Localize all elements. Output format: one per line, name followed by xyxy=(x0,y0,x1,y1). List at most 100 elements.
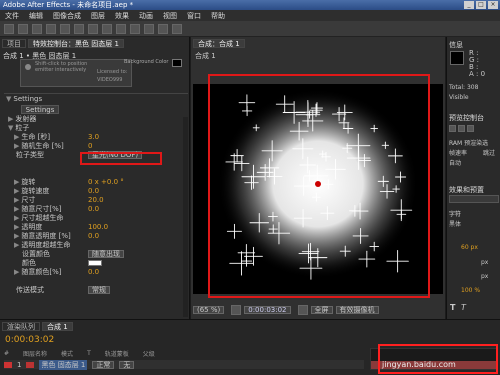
layer-name[interactable]: 黑色 固态层 1 xyxy=(39,359,88,370)
param-row[interactable] xyxy=(0,277,188,286)
brush-tool-icon[interactable] xyxy=(130,23,140,34)
layer-parent-dropdown[interactable]: 无 xyxy=(119,360,135,369)
menu-help[interactable]: 帮助 xyxy=(211,11,225,21)
expand-icon[interactable]: ▶ xyxy=(14,214,19,222)
param-value[interactable]: 100.0 xyxy=(88,223,108,232)
tab-effects[interactable]: 效果和预置 xyxy=(449,185,484,195)
param-row[interactable]: ▶ 旋转速度 0.0 xyxy=(0,187,188,196)
expand-icon[interactable]: ▶ xyxy=(14,178,19,186)
expand-icon[interactable]: ▶ xyxy=(14,241,19,249)
expand-icon[interactable]: ▶ xyxy=(14,205,19,213)
left-scrollbar[interactable] xyxy=(183,117,188,317)
param-value[interactable]: 0.0 xyxy=(88,205,99,214)
minimize-button[interactable]: _ xyxy=(464,1,474,9)
tab-info[interactable]: 信息 xyxy=(449,40,463,50)
effects-search-input[interactable] xyxy=(449,195,499,203)
font-size-value[interactable]: 60 px xyxy=(461,244,478,251)
zoom-dropdown[interactable]: (65 %) xyxy=(193,306,225,314)
tab-effect-controls[interactable]: 特效控制台：黑色 固态层 1 xyxy=(28,39,124,48)
play-icon[interactable] xyxy=(449,125,456,132)
resolution-dropdown[interactable]: 全屏 xyxy=(310,306,333,314)
timeline-timecode[interactable]: 0:00:03:02 xyxy=(5,335,54,345)
close-button[interactable]: × xyxy=(488,1,498,9)
param-row[interactable]: ▶ 透明度超越生命 xyxy=(0,241,188,250)
tab-preview[interactable]: 预览控制台 xyxy=(449,113,484,123)
menu-animation[interactable]: 动画 xyxy=(139,11,153,21)
faux-italic-icon[interactable]: T xyxy=(461,303,466,312)
tab-composition[interactable]: 合成：合成 1 xyxy=(193,39,245,48)
maximize-button[interactable]: □ xyxy=(476,1,486,9)
param-row[interactable]: ▶ 透明度 100.0 xyxy=(0,223,188,232)
background-color-swatch[interactable] xyxy=(172,59,182,67)
layer-label-color[interactable] xyxy=(4,361,12,368)
param-value[interactable]: 0.0 xyxy=(88,187,99,196)
menu-view[interactable]: 视图 xyxy=(163,11,177,21)
param-value[interactable]: 0.0 xyxy=(88,232,99,241)
param-row[interactable] xyxy=(0,169,188,178)
param-value[interactable]: 20.0 xyxy=(88,196,104,205)
param-row[interactable]: 颜色 xyxy=(0,259,188,268)
layer-row[interactable]: 1 黑色 固态层 1 正常 无 xyxy=(4,359,364,370)
comp-viewer[interactable] xyxy=(193,74,443,298)
menu-layer[interactable]: 图层 xyxy=(91,11,105,21)
expand-icon[interactable]: ▼ xyxy=(6,95,11,103)
hand-tool-icon[interactable] xyxy=(18,23,28,34)
selection-tool-icon[interactable] xyxy=(4,23,14,34)
font-dropdown[interactable]: 黑体 xyxy=(449,219,461,228)
param-row[interactable]: ▼ 粒子 xyxy=(0,124,188,133)
menu-effect[interactable]: 效果 xyxy=(115,11,129,21)
loop-icon[interactable] xyxy=(467,125,474,132)
puppet-tool-icon[interactable] xyxy=(172,23,182,34)
tab-character[interactable]: 字符 xyxy=(449,209,461,218)
expand-icon[interactable]: ▶ xyxy=(8,115,13,123)
tab-comp-1[interactable]: 合成 1 xyxy=(42,322,73,331)
scale-value[interactable]: 100 % xyxy=(461,287,480,294)
snapshot-icon[interactable] xyxy=(297,305,308,315)
expand-icon[interactable]: ▶ xyxy=(14,268,19,276)
menu-edit[interactable]: 编辑 xyxy=(29,11,43,21)
param-row[interactable]: ▶ 随意尺寸[%] 0.0 xyxy=(0,205,188,214)
pan-tool-icon[interactable] xyxy=(74,23,84,34)
comp-timecode[interactable]: 0:00:03:02 xyxy=(244,306,291,314)
param-row[interactable]: ▶ 旋转 0 x +0.0 ° xyxy=(0,178,188,187)
comp-sub-tab[interactable]: 合成 1 xyxy=(195,51,216,61)
expand-icon[interactable]: ▶ xyxy=(14,196,19,204)
tab-render-queue[interactable]: 渲染队列 xyxy=(2,322,40,331)
menu-composition[interactable]: 图像合成 xyxy=(53,11,81,21)
stamp-tool-icon[interactable] xyxy=(144,23,154,34)
mask-tool-icon[interactable] xyxy=(88,23,98,34)
camera-dropdown[interactable]: 有效摄像机 xyxy=(335,306,379,314)
text-tool-icon[interactable] xyxy=(116,23,126,34)
eraser-tool-icon[interactable] xyxy=(158,23,168,34)
ram-preview-label[interactable]: RAM 预渲染选 xyxy=(449,138,488,147)
grid-icon[interactable] xyxy=(231,305,242,315)
menu-window[interactable]: 窗口 xyxy=(187,11,201,21)
param-row[interactable]: 设置颜色 随意出现 xyxy=(0,250,188,259)
expand-icon[interactable]: ▶ xyxy=(14,187,19,195)
zoom-tool-icon[interactable] xyxy=(32,23,42,34)
menu-file[interactable]: 文件 xyxy=(5,11,19,21)
param-value[interactable]: 3.0 xyxy=(88,133,99,142)
pen-tool-icon[interactable] xyxy=(102,23,112,34)
step-icon[interactable] xyxy=(458,125,465,132)
expand-icon[interactable]: ▼ xyxy=(8,124,13,132)
param-dropdown[interactable]: 随意出现 xyxy=(88,250,124,258)
param-row[interactable]: 传送模式 常规 xyxy=(0,286,188,295)
param-value[interactable]: 0 xyxy=(88,142,92,151)
param-row[interactable]: ▶ 随意颜色[%] 0.0 xyxy=(0,268,188,277)
param-dropdown[interactable]: 常规 xyxy=(88,286,110,294)
param-row[interactable]: ▶ 生命 [秒] 3.0 xyxy=(0,133,188,142)
expand-icon[interactable]: ▶ xyxy=(14,232,19,240)
param-row[interactable]: ▶ 尺寸 20.0 xyxy=(0,196,188,205)
expand-icon[interactable]: ▶ xyxy=(14,142,19,150)
faux-bold-icon[interactable]: T xyxy=(450,303,455,312)
expand-icon[interactable]: ▶ xyxy=(14,133,19,141)
tab-project[interactable]: 项目 xyxy=(2,39,26,48)
param-value[interactable]: 0.0 xyxy=(88,268,99,277)
settings-button[interactable]: Settings xyxy=(20,105,60,114)
param-row[interactable] xyxy=(0,295,188,304)
layer-mode-dropdown[interactable]: 正常 xyxy=(92,360,115,369)
rotate-tool-icon[interactable] xyxy=(46,23,56,34)
param-row[interactable]: ▶ 随意透明度 [%] 0.0 xyxy=(0,232,188,241)
param-value[interactable]: 0 x +0.0 ° xyxy=(88,178,124,187)
